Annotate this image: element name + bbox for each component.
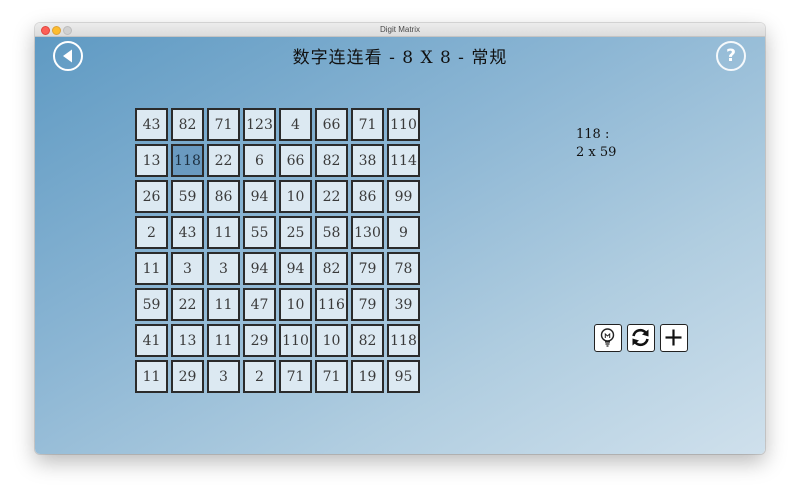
- grid-cell[interactable]: 118: [387, 324, 420, 357]
- grid-cell[interactable]: 43: [171, 216, 204, 249]
- grid-cell[interactable]: 78: [387, 252, 420, 285]
- grid-cell[interactable]: 11: [207, 324, 240, 357]
- grid-cell[interactable]: 130: [351, 216, 384, 249]
- grid-cell[interactable]: 110: [387, 108, 420, 141]
- grid-cell[interactable]: 11: [135, 360, 168, 393]
- grid-cell[interactable]: 3: [207, 360, 240, 393]
- grid-cell[interactable]: 71: [351, 108, 384, 141]
- hint-button[interactable]: [594, 324, 622, 352]
- grid-cell[interactable]: 13: [171, 324, 204, 357]
- grid-cell[interactable]: 71: [207, 108, 240, 141]
- grid-cell[interactable]: 118: [171, 144, 204, 177]
- grid-cell[interactable]: 22: [207, 144, 240, 177]
- grid-cell[interactable]: 22: [315, 180, 348, 213]
- refresh-icon: [632, 328, 649, 347]
- grid-cell[interactable]: 79: [351, 288, 384, 321]
- app-window: Digit Matrix 数字连连看 - 8 X 8 - 常规 ? 43 82 71…: [35, 23, 765, 454]
- grid-cell[interactable]: 82: [351, 324, 384, 357]
- grid-cell[interactable]: 58: [315, 216, 348, 249]
- refresh-button[interactable]: [627, 324, 655, 352]
- grid-cell[interactable]: 94: [279, 252, 312, 285]
- grid-cell[interactable]: 82: [315, 144, 348, 177]
- grid-cell[interactable]: 2: [243, 360, 276, 393]
- grid-cell[interactable]: 11: [207, 216, 240, 249]
- grid-cell[interactable]: 116: [315, 288, 348, 321]
- add-button[interactable]: [660, 324, 688, 352]
- grid-cell[interactable]: 82: [315, 252, 348, 285]
- grid-cell[interactable]: 94: [243, 180, 276, 213]
- grid-cell[interactable]: 79: [351, 252, 384, 285]
- grid-cell[interactable]: 66: [279, 144, 312, 177]
- grid-cell[interactable]: 86: [207, 180, 240, 213]
- grid-cell[interactable]: 38: [351, 144, 384, 177]
- grid-cell[interactable]: 26: [135, 180, 168, 213]
- grid-cell[interactable]: 71: [315, 360, 348, 393]
- plus-icon: [665, 329, 682, 346]
- grid-cell[interactable]: 41: [135, 324, 168, 357]
- grid-cell[interactable]: 71: [279, 360, 312, 393]
- selected-number-label: 118 :: [576, 127, 610, 142]
- factor-info: 118 : 2 x 59: [576, 126, 616, 162]
- number-grid: 43 82 71 123 4 66 71 110 13 118 22 6 66 82 38 114 26 59 86…: [135, 108, 420, 393]
- factorization-label: 2 x 59: [576, 145, 617, 160]
- grid-cell[interactable]: 66: [315, 108, 348, 141]
- help-icon: ?: [726, 46, 736, 66]
- grid-cell[interactable]: 59: [135, 288, 168, 321]
- grid-cell[interactable]: 95: [387, 360, 420, 393]
- grid-cell[interactable]: 19: [351, 360, 384, 393]
- grid-cell[interactable]: 22: [171, 288, 204, 321]
- grid-cell[interactable]: 114: [387, 144, 420, 177]
- title-bar: Digit Matrix: [35, 23, 765, 37]
- grid-cell[interactable]: 86: [351, 180, 384, 213]
- grid-cell[interactable]: 10: [315, 324, 348, 357]
- grid-cell[interactable]: 55: [243, 216, 276, 249]
- grid-cell[interactable]: 3: [171, 252, 204, 285]
- lightbulb-icon: [600, 328, 615, 347]
- grid-cell[interactable]: 2: [135, 216, 168, 249]
- grid-cell[interactable]: 11: [135, 252, 168, 285]
- grid-cell[interactable]: 10: [279, 288, 312, 321]
- grid-cell[interactable]: 47: [243, 288, 276, 321]
- grid-cell[interactable]: 4: [279, 108, 312, 141]
- page-title: 数字连连看 - 8 X 8 - 常规: [292, 48, 508, 68]
- grid-cell[interactable]: 123: [243, 108, 276, 141]
- grid-cell[interactable]: 94: [243, 252, 276, 285]
- grid-cell[interactable]: 10: [279, 180, 312, 213]
- grid-cell[interactable]: 29: [243, 324, 276, 357]
- grid-cell[interactable]: 3: [207, 252, 240, 285]
- grid-cell[interactable]: 43: [135, 108, 168, 141]
- grid-cell[interactable]: 6: [243, 144, 276, 177]
- help-button[interactable]: ?: [716, 41, 746, 71]
- grid-cell[interactable]: 59: [171, 180, 204, 213]
- game-area: 数字连连看 - 8 X 8 - 常规 ? 43 82 71 123 4 66 71 110 13…: [35, 37, 765, 454]
- window-title: Digit Matrix: [379, 25, 420, 34]
- grid-cell[interactable]: 99: [387, 180, 420, 213]
- grid-cell[interactable]: 39: [387, 288, 420, 321]
- grid-cell[interactable]: 110: [279, 324, 312, 357]
- grid-cell[interactable]: 25: [279, 216, 312, 249]
- grid-cell[interactable]: 13: [135, 144, 168, 177]
- grid-cell[interactable]: 29: [171, 360, 204, 393]
- grid-cell[interactable]: 9: [387, 216, 420, 249]
- grid-cell[interactable]: 11: [207, 288, 240, 321]
- grid-cell[interactable]: 82: [171, 108, 204, 141]
